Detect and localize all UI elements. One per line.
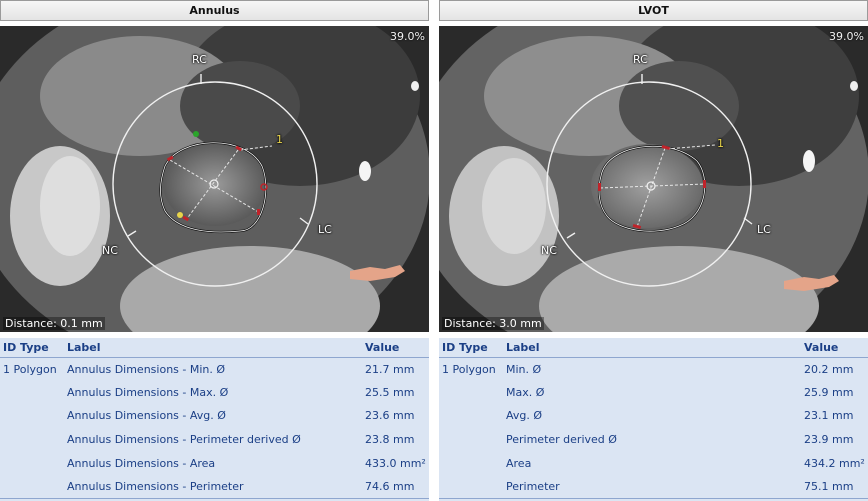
panel-title: LVOT: [638, 4, 669, 17]
row-label: Annulus Dimensions - Max. Ø: [67, 385, 229, 399]
row-value: 21.7 mm: [365, 362, 415, 376]
orientation-label-nc: NC: [102, 244, 118, 257]
lvot-viewport[interactable]: 39.0% RC LC NC 1 Distance: 3.0 mm: [439, 26, 868, 332]
row-type: Polygon: [452, 362, 496, 376]
point-label[interactable]: 1: [276, 133, 283, 146]
table-row[interactable]: Annulus Dimensions - Perimeter 74.6 mm: [0, 475, 429, 499]
row-id: 1: [442, 362, 449, 376]
row-label: Max. Ø: [506, 385, 545, 399]
row-value: 434.2 mm²: [804, 456, 865, 470]
table-row[interactable]: Annulus Dimensions - Perimeter derived Ø…: [0, 428, 429, 452]
row-type: Polygon: [13, 362, 57, 376]
row-label: Perimeter: [506, 480, 560, 494]
row-label: Area: [506, 456, 532, 470]
column-header-id-type[interactable]: ID Type: [0, 338, 64, 357]
orientation-label-nc: NC: [541, 244, 557, 257]
row-value: 25.9 mm: [804, 385, 854, 399]
row-label: Annulus Dimensions - Perimeter: [67, 480, 244, 494]
table-row[interactable]: Perimeter derived Ø 23.9 mm: [439, 428, 868, 452]
column-header-id-type[interactable]: ID Type: [439, 338, 503, 357]
orientation-label-rc: RC: [633, 53, 648, 66]
row-value: 23.8 mm: [365, 433, 415, 447]
annulus-panel: Annulus 39.0% RC LC NC 1 Distance: 0.1 m…: [0, 0, 429, 501]
table-row[interactable]: 1 Polygon Annulus Dimensions - Min. Ø 21…: [0, 357, 429, 381]
distance-readout: Distance: 0.1 mm: [3, 317, 105, 330]
distance-readout: Distance: 3.0 mm: [442, 317, 544, 330]
annulus-panel-header[interactable]: Annulus: [0, 0, 429, 21]
table-row[interactable]: Annulus Dimensions - Area 433.0 mm²: [0, 451, 429, 475]
point-label[interactable]: 1: [717, 137, 724, 150]
ct-image: [0, 26, 429, 332]
orientation-label-rc: RC: [192, 53, 207, 66]
orientation-label-lc: LC: [757, 223, 771, 236]
annulus-viewport[interactable]: 39.0% RC LC NC 1 Distance: 0.1 mm: [0, 26, 429, 332]
lvot-measurements-table: ID Type Label Value 1 Polygon Min. Ø 20.…: [439, 338, 868, 501]
row-label: Annulus Dimensions - Perimeter derived Ø: [67, 433, 301, 447]
table-row[interactable]: 1 Polygon Min. Ø 20.2 mm: [439, 357, 868, 381]
row-value: 75.1 mm: [804, 480, 854, 494]
table-row[interactable]: Perimeter 75.1 mm: [439, 475, 868, 499]
zoom-level: 39.0%: [829, 30, 864, 43]
table-header-row: ID Type Label Value: [0, 338, 429, 357]
ct-image: [439, 26, 868, 332]
column-header-label[interactable]: Label: [64, 338, 362, 357]
row-label: Perimeter derived Ø: [506, 433, 617, 447]
row-label: Avg. Ø: [506, 409, 543, 423]
annulus-measurements-table: ID Type Label Value 1 Polygon Annulus Di…: [0, 338, 429, 501]
table-header-row: ID Type Label Value: [439, 338, 868, 357]
row-label: Min. Ø: [506, 362, 542, 376]
row-label: Annulus Dimensions - Avg. Ø: [67, 409, 226, 423]
table-row[interactable]: Annulus Dimensions - Avg. Ø 23.6 mm: [0, 404, 429, 428]
table-row[interactable]: Annulus Dimensions - Max. Ø 25.5 mm: [0, 381, 429, 405]
column-header-value[interactable]: Value: [362, 338, 429, 357]
row-value: 23.1 mm: [804, 409, 854, 423]
row-value: 25.5 mm: [365, 385, 415, 399]
row-value: 433.0 mm²: [365, 456, 426, 470]
row-value: 20.2 mm: [804, 362, 854, 376]
zoom-level: 39.0%: [390, 30, 425, 43]
row-value: 74.6 mm: [365, 480, 415, 494]
row-label: Annulus Dimensions - Min. Ø: [67, 362, 226, 376]
table-row[interactable]: Max. Ø 25.9 mm: [439, 381, 868, 405]
column-header-value[interactable]: Value: [801, 338, 868, 357]
row-id: 1: [3, 362, 10, 376]
row-label: Annulus Dimensions - Area: [67, 456, 216, 470]
row-value: 23.9 mm: [804, 433, 854, 447]
table-row[interactable]: Avg. Ø 23.1 mm: [439, 404, 868, 428]
column-header-label[interactable]: Label: [503, 338, 801, 357]
row-value: 23.6 mm: [365, 409, 415, 423]
orientation-label-lc: LC: [318, 223, 332, 236]
lvot-panel-header[interactable]: LVOT: [439, 0, 868, 21]
lvot-panel: LVOT 39.0% RC LC NC 1 Distance: 3.0 mm I…: [439, 0, 868, 501]
table-row[interactable]: Area 434.2 mm²: [439, 451, 868, 475]
panel-title: Annulus: [189, 4, 240, 17]
